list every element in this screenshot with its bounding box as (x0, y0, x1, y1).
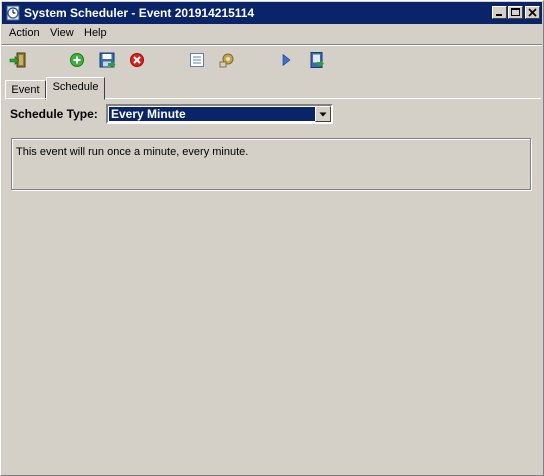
save-icon (99, 52, 116, 68)
run-button[interactable] (277, 51, 295, 69)
title-bar[interactable]: System Scheduler - Event 201914215114 (2, 2, 542, 24)
window-title: System Scheduler - Event 201914215114 (24, 6, 255, 20)
tab-event[interactable]: Event (5, 80, 46, 100)
schedule-type-label: Schedule Type: (10, 107, 98, 121)
menu-bar: Action View Help (2, 24, 542, 43)
chevron-down-icon (319, 112, 327, 117)
toolbar (2, 47, 542, 75)
list-button[interactable] (188, 51, 206, 69)
menu-view[interactable]: View (49, 24, 75, 43)
close-icon (528, 8, 537, 17)
schedule-description-box: This event will run once a minute, every… (11, 138, 531, 190)
schedule-type-dropdown[interactable]: Every Minute (106, 104, 333, 124)
minimize-button[interactable] (492, 6, 507, 19)
schedule-type-value: Every Minute (109, 107, 315, 121)
dropdown-arrow-button[interactable] (315, 106, 331, 122)
close-button[interactable] (525, 6, 540, 19)
exit-button[interactable] (9, 51, 27, 69)
run-icon (282, 53, 291, 67)
settings-button[interactable] (218, 51, 236, 69)
menu-action[interactable]: Action (8, 24, 41, 43)
list-icon (190, 53, 204, 67)
save-button[interactable] (98, 51, 116, 69)
schedule-description: This event will run once a minute, every… (16, 146, 249, 158)
menu-help[interactable]: Help (83, 24, 108, 43)
delete-icon (130, 53, 144, 67)
scheduler-clock-icon (5, 5, 21, 21)
app-window: System Scheduler - Event 201914215114 Ac… (0, 0, 544, 476)
add-icon (70, 53, 84, 67)
export-icon (310, 52, 324, 68)
settings-icon (219, 53, 234, 68)
maximize-icon (511, 8, 520, 16)
maximize-button[interactable] (508, 6, 523, 19)
delete-button[interactable] (128, 51, 146, 69)
exit-door-icon (9, 52, 26, 68)
export-button[interactable] (308, 51, 326, 69)
add-button[interactable] (68, 51, 86, 69)
menu-separator (2, 44, 542, 46)
minimize-icon (496, 14, 502, 16)
tab-schedule[interactable]: Schedule (46, 77, 105, 100)
